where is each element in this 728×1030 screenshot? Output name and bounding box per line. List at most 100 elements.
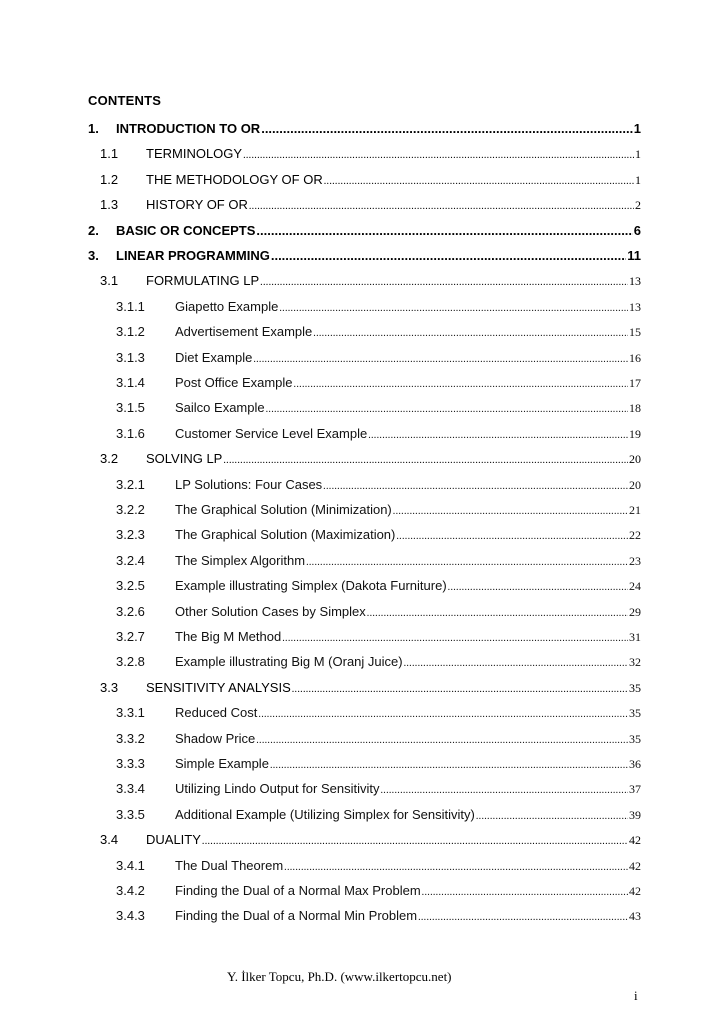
- toc-entry-title[interactable]: LINEAR PROGRAMMING: [116, 248, 270, 263]
- toc-entry[interactable]: 3.3.3 Simple Example 36: [116, 756, 641, 772]
- toc-entry-title[interactable]: Simple Example: [175, 756, 269, 771]
- toc-entry[interactable]: 2. BASIC OR CONCEPTS 6: [88, 223, 641, 238]
- toc-entry[interactable]: 3.1.6 Customer Service Level Example 19: [116, 426, 641, 442]
- toc-entry-title[interactable]: SOLVING LP: [146, 451, 222, 466]
- toc-entry-title[interactable]: TERMINOLOGY: [146, 146, 242, 161]
- toc-entry-title[interactable]: Additional Example (Utilizing Simplex fo…: [175, 807, 475, 822]
- toc-entry[interactable]: 3.1.4 Post Office Example 17: [116, 375, 641, 391]
- toc-entry-page[interactable]: 35: [629, 681, 641, 696]
- toc-entry-page[interactable]: 42: [629, 859, 641, 874]
- toc-entry-page[interactable]: 15: [629, 325, 641, 340]
- toc-entry-page[interactable]: 31: [629, 630, 641, 645]
- dot-leader: [258, 709, 628, 720]
- toc-entry-title[interactable]: BASIC OR CONCEPTS: [116, 223, 255, 238]
- toc-entry-page[interactable]: 13: [629, 274, 641, 289]
- toc-entry-title[interactable]: FORMULATING LP: [146, 273, 259, 288]
- toc-entry-title[interactable]: Finding the Dual of a Normal Min Problem: [175, 908, 417, 923]
- toc-entry-page[interactable]: 22: [629, 528, 641, 543]
- toc-entry-page[interactable]: 42: [629, 833, 641, 848]
- toc-entry-title[interactable]: The Graphical Solution (Minimization): [175, 502, 392, 517]
- toc-entry-title[interactable]: Example illustrating Big M (Oranj Juice): [175, 654, 403, 669]
- toc-entry-title[interactable]: Finding the Dual of a Normal Max Problem: [175, 883, 421, 898]
- toc-entry-title[interactable]: Reduced Cost: [175, 705, 257, 720]
- toc-entry-page[interactable]: 39: [629, 808, 641, 823]
- toc-entry-title[interactable]: THE METHODOLOGY OF OR: [146, 172, 323, 187]
- toc-entry-title[interactable]: Other Solution Cases by Simplex: [175, 604, 366, 619]
- toc-entry-title[interactable]: The Big M Method: [175, 629, 281, 644]
- toc-entry-page[interactable]: 24: [629, 579, 641, 594]
- toc-entry[interactable]: 3.4 DUALITY 42: [100, 832, 641, 848]
- toc-entry[interactable]: 3.1.2 Advertisement Example 15: [116, 324, 641, 340]
- toc-entry-page[interactable]: 32: [629, 655, 641, 670]
- toc-entry-page[interactable]: 11: [627, 248, 641, 263]
- toc-entry-page[interactable]: 43: [629, 909, 641, 924]
- toc-entry-title[interactable]: Customer Service Level Example: [175, 426, 367, 441]
- toc-entry-page[interactable]: 20: [629, 452, 641, 467]
- toc-entry[interactable]: 3.3.2 Shadow Price 35: [116, 731, 641, 747]
- toc-entry-page[interactable]: 21: [629, 503, 641, 518]
- toc-entry-page[interactable]: 18: [629, 401, 641, 416]
- toc-entry-title[interactable]: LP Solutions: Four Cases: [175, 477, 322, 492]
- toc-entry-title[interactable]: Utilizing Lindo Output for Sensitivity: [175, 781, 379, 796]
- toc-entry-page[interactable]: 29: [629, 605, 641, 620]
- toc-entry-page[interactable]: 19: [629, 427, 641, 442]
- toc-entry-title[interactable]: Sailco Example: [175, 400, 265, 415]
- toc-entry-title[interactable]: Diet Example: [175, 350, 252, 365]
- toc-entry[interactable]: 3.2.8 Example illustrating Big M (Oranj J…: [116, 654, 641, 670]
- toc-entry[interactable]: 3.2.6 Other Solution Cases by Simplex 29: [116, 604, 641, 620]
- toc-entry-title[interactable]: Post Office Example: [175, 375, 293, 390]
- toc-entry-page[interactable]: 35: [629, 706, 641, 721]
- toc-entry[interactable]: 3.1.5 Sailco Example 18: [116, 400, 641, 416]
- toc-entry[interactable]: 3.4.2 Finding the Dual of a Normal Max Pr…: [116, 883, 641, 899]
- toc-entry[interactable]: 3. LINEAR PROGRAMMING 11: [88, 248, 641, 263]
- toc-entry-page[interactable]: 17: [629, 376, 641, 391]
- toc-entry[interactable]: 3.2.2 The Graphical Solution (Minimizatio…: [116, 502, 641, 518]
- toc-entry[interactable]: 3.1 FORMULATING LP 13: [100, 273, 641, 289]
- toc-entry-number: 1.1: [100, 146, 119, 162]
- toc-entry[interactable]: 1. INTRODUCTION TO OR 1: [88, 121, 641, 136]
- toc-entry-page[interactable]: 13: [629, 300, 641, 315]
- toc-entry-page[interactable]: 2: [635, 198, 641, 213]
- toc-entry-page[interactable]: 36: [629, 757, 641, 772]
- toc-entry-page[interactable]: 1: [635, 147, 641, 162]
- toc-entry-page[interactable]: 16: [629, 351, 641, 366]
- toc-entry[interactable]: 1.3 HISTORY OF OR 2: [100, 197, 641, 213]
- toc-entry[interactable]: 3.3.5 Additional Example (Utilizing Simpl…: [116, 807, 641, 823]
- toc-entry-title[interactable]: INTRODUCTION TO OR: [116, 121, 260, 136]
- toc-entry-title[interactable]: Example illustrating Simplex (Dakota Fur…: [175, 578, 447, 593]
- toc-entry[interactable]: 3.2.5 Example illustrating Simplex (Dakot…: [116, 578, 641, 594]
- toc-entry-page[interactable]: 37: [629, 782, 641, 797]
- toc-entry[interactable]: 3.2.1 LP Solutions: Four Cases 20: [116, 477, 641, 493]
- toc-entry[interactable]: 3.1.3 Diet Example 16: [116, 350, 641, 366]
- toc-entry[interactable]: 3.4.3 Finding the Dual of a Normal Min Pr…: [116, 908, 641, 924]
- toc-entry[interactable]: 3.3.4 Utilizing Lindo Output for Sensitiv…: [116, 781, 641, 797]
- toc-entry-title[interactable]: HISTORY OF OR: [146, 197, 248, 212]
- toc-entry[interactable]: 3.2.4 The Simplex Algorithm 23: [116, 553, 641, 569]
- toc-entry-title[interactable]: The Graphical Solution (Maximization): [175, 527, 395, 542]
- toc-entry-title[interactable]: Shadow Price: [175, 731, 255, 746]
- dot-leader: [249, 201, 634, 212]
- toc-entry-page[interactable]: 23: [629, 554, 641, 569]
- toc-entry[interactable]: 3.2.3 The Graphical Solution (Maximizatio…: [116, 527, 641, 543]
- toc-entry[interactable]: 3.3 SENSITIVITY ANALYSIS 35: [100, 680, 641, 696]
- document-page: CONTENTS 1. INTRODUCTION TO OR 1 1.1 TERMINO…: [0, 0, 728, 1030]
- toc-entry[interactable]: 1.1 TERMINOLOGY 1: [100, 146, 641, 162]
- toc-entry-title[interactable]: Advertisement Example: [175, 324, 312, 339]
- toc-entry-page[interactable]: 1: [634, 121, 641, 136]
- toc-entry-page[interactable]: 1: [635, 173, 641, 188]
- toc-entry-title[interactable]: DUALITY: [146, 832, 201, 847]
- toc-entry-page[interactable]: 42: [629, 884, 641, 899]
- toc-entry[interactable]: 3.2 SOLVING LP 20: [100, 451, 641, 467]
- toc-entry-title[interactable]: Giapetto Example: [175, 299, 278, 314]
- toc-entry[interactable]: 3.4.1 The Dual Theorem 42: [116, 858, 641, 874]
- toc-entry[interactable]: 3.2.7 The Big M Method 31: [116, 629, 641, 645]
- toc-entry-page[interactable]: 20: [629, 478, 641, 493]
- toc-entry[interactable]: 1.2 THE METHODOLOGY OF OR 1: [100, 172, 641, 188]
- toc-entry-page[interactable]: 6: [634, 223, 641, 238]
- toc-entry-title[interactable]: The Dual Theorem: [175, 858, 283, 873]
- toc-entry-title[interactable]: SENSITIVITY ANALYSIS: [146, 680, 291, 695]
- toc-entry[interactable]: 3.3.1 Reduced Cost 35: [116, 705, 641, 721]
- toc-entry[interactable]: 3.1.1 Giapetto Example 13: [116, 299, 641, 315]
- toc-entry-title[interactable]: The Simplex Algorithm: [175, 553, 305, 568]
- toc-entry-page[interactable]: 35: [629, 732, 641, 747]
